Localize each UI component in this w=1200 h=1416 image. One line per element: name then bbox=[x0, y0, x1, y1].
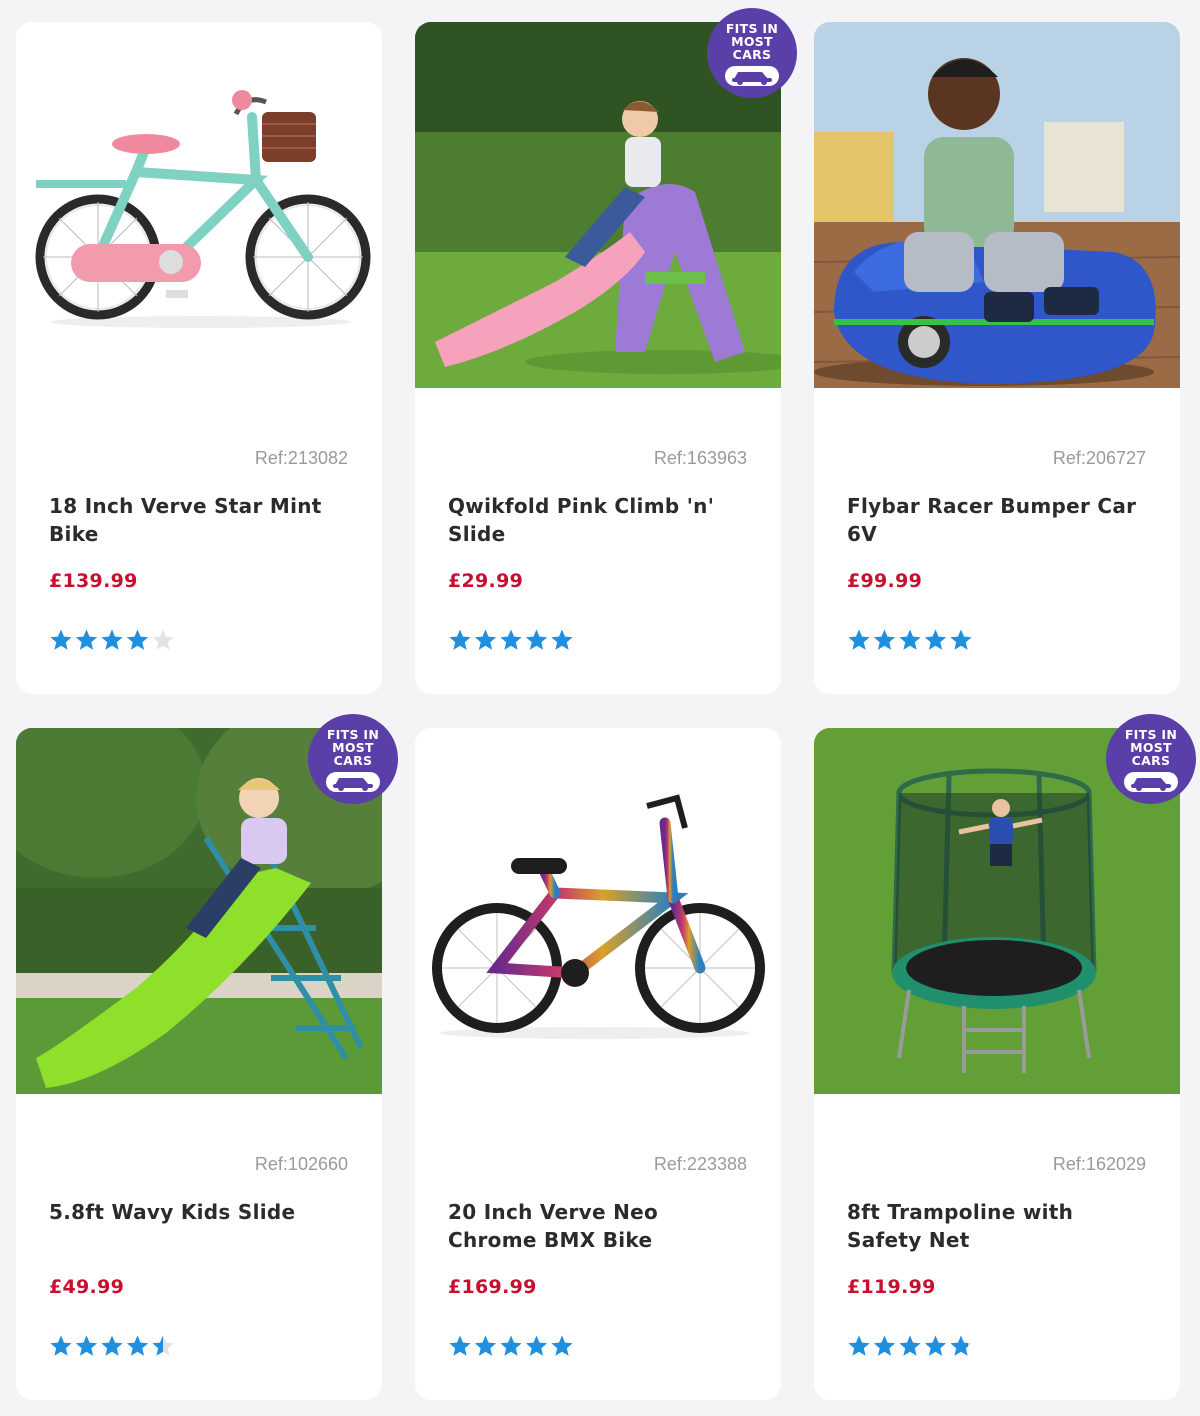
rating-stars-graphic bbox=[449, 629, 573, 650]
star-icon bbox=[75, 629, 98, 650]
car-icon bbox=[1124, 772, 1178, 792]
rating-stars bbox=[448, 628, 578, 652]
bumper-car-image[interactable] bbox=[814, 22, 1180, 388]
product-grid: Ref:213082 18 Inch Verve Star Mint Bike … bbox=[16, 8, 1196, 1400]
star-icon bbox=[924, 1335, 947, 1356]
product-title[interactable]: 20 Inch Verve Neo Chrome BMX Bike bbox=[448, 1198, 748, 1254]
badge-text: CARS bbox=[1131, 753, 1171, 768]
product-title[interactable]: Flybar Racer Bumper Car 6V bbox=[847, 492, 1147, 548]
badge-text: CARS bbox=[732, 47, 772, 62]
rating-stars-graphic bbox=[449, 1335, 573, 1356]
product-card[interactable]: FITS IN MOST CARS Ref:102660 5.8ft Wavy … bbox=[16, 714, 398, 1400]
rating-stars-graphic bbox=[848, 1335, 972, 1356]
star-icon bbox=[924, 629, 947, 650]
star-icon bbox=[500, 629, 522, 650]
rating-stars bbox=[847, 1334, 977, 1358]
rating-stars bbox=[847, 628, 977, 652]
product-ref: Ref:213082 bbox=[254, 448, 348, 468]
product-title[interactable]: 18 Inch Verve Star Mint Bike bbox=[49, 492, 349, 548]
star-icon bbox=[950, 1335, 972, 1356]
car-icon bbox=[326, 772, 380, 792]
product-price: £139.99 bbox=[49, 570, 138, 592]
rating-stars-graphic bbox=[848, 629, 972, 650]
star-icon bbox=[50, 629, 72, 650]
star-icon bbox=[873, 629, 896, 650]
product-ref: Ref:223388 bbox=[653, 1154, 747, 1174]
product-card[interactable]: FITS IN MOST CARS Ref:163963 Qwikfold Pi… bbox=[415, 8, 797, 694]
star-icon bbox=[449, 629, 471, 650]
bmx-bike-image[interactable] bbox=[415, 728, 781, 1094]
star-icon bbox=[152, 629, 174, 650]
product-title[interactable]: 8ft Trampoline with Safety Net bbox=[847, 1198, 1147, 1254]
star-icon bbox=[525, 1335, 548, 1356]
star-icon bbox=[449, 1335, 471, 1356]
star-icon bbox=[551, 1335, 573, 1356]
star-icon bbox=[152, 1335, 174, 1356]
product-ref: Ref:102660 bbox=[254, 1154, 348, 1174]
product-card[interactable]: Ref:206727 Flybar Racer Bumper Car 6V £9… bbox=[814, 22, 1180, 694]
star-icon bbox=[126, 1335, 149, 1356]
star-icon bbox=[899, 1335, 921, 1356]
star-icon bbox=[50, 1335, 72, 1356]
rating-stars bbox=[49, 1334, 179, 1358]
product-card[interactable]: FITS IN MOST CARS Ref:162029 8ft Trampol… bbox=[814, 714, 1196, 1400]
product-price: £119.99 bbox=[847, 1276, 936, 1298]
rating-stars bbox=[49, 628, 179, 652]
star-icon bbox=[101, 1335, 123, 1356]
product-price: £169.99 bbox=[448, 1276, 537, 1298]
product-price: £49.99 bbox=[49, 1276, 125, 1298]
product-ref: Ref:162029 bbox=[1052, 1154, 1146, 1174]
product-card[interactable]: Ref:213082 18 Inch Verve Star Mint Bike … bbox=[16, 22, 382, 694]
product-ref: Ref:163963 bbox=[653, 448, 747, 468]
car-icon bbox=[725, 66, 779, 86]
star-icon bbox=[525, 629, 548, 650]
star-icon bbox=[873, 1335, 896, 1356]
product-price: £29.99 bbox=[448, 570, 524, 592]
product-title[interactable]: 5.8ft Wavy Kids Slide bbox=[49, 1198, 349, 1226]
star-icon bbox=[899, 629, 921, 650]
star-icon bbox=[101, 629, 123, 650]
product-title[interactable]: Qwikfold Pink Climb 'n' Slide bbox=[448, 492, 748, 548]
rating-stars-graphic bbox=[50, 629, 174, 650]
rating-stars bbox=[448, 1334, 578, 1358]
star-icon bbox=[848, 1335, 870, 1356]
star-icon bbox=[474, 629, 497, 650]
mint-bike-image[interactable] bbox=[16, 22, 382, 388]
badge-text: CARS bbox=[333, 753, 373, 768]
rating-stars-graphic bbox=[50, 1335, 174, 1356]
fits-in-cars-badge: FITS IN MOST CARS bbox=[308, 714, 398, 804]
star-icon bbox=[75, 1335, 98, 1356]
product-ref: Ref:206727 bbox=[1052, 448, 1146, 468]
star-icon bbox=[551, 629, 573, 650]
star-icon bbox=[126, 629, 149, 650]
fits-in-cars-badge: FITS IN MOST CARS bbox=[1106, 714, 1196, 804]
star-icon bbox=[848, 629, 870, 650]
fits-in-cars-badge: FITS IN MOST CARS bbox=[707, 8, 797, 98]
star-icon bbox=[500, 1335, 522, 1356]
product-price: £99.99 bbox=[847, 570, 923, 592]
star-icon bbox=[950, 629, 972, 650]
star-icon bbox=[474, 1335, 497, 1356]
product-card[interactable]: Ref:223388 20 Inch Verve Neo Chrome BMX … bbox=[415, 728, 781, 1400]
